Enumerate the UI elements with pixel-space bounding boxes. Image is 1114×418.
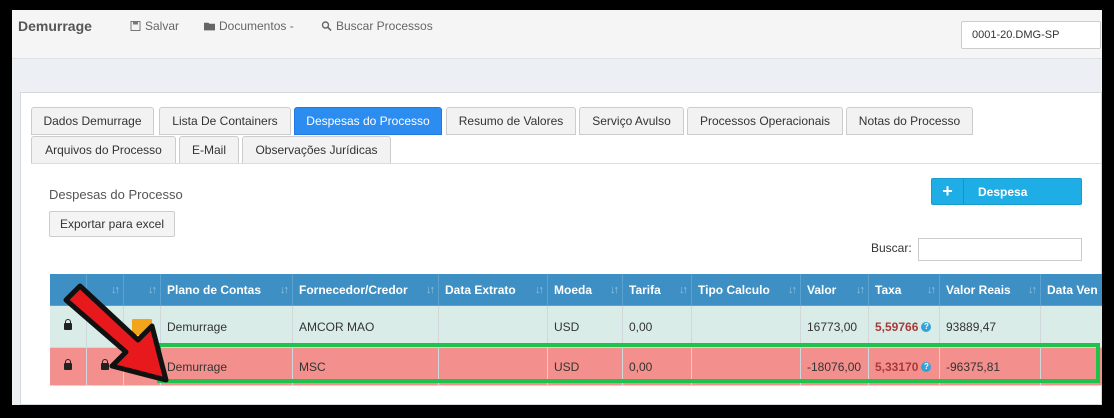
export-excel-button[interactable]: Exportar para excel [49, 211, 175, 237]
table-row[interactable]: Demurrage AMCOR MAO USD 0,00 16773,00 5,… [50, 306, 1102, 348]
header-fornecedor[interactable]: Fornecedor/Credor ↓↑ [293, 274, 439, 306]
header-moeda[interactable]: Moeda ↓↑ [548, 274, 623, 306]
tab-divider [31, 163, 1101, 164]
cell-valor: 16773,00 [801, 306, 869, 348]
tab-servico-avulso[interactable]: Serviço Avulso [579, 107, 684, 135]
header-label: Taxa [875, 282, 902, 297]
sort-icon: ↓↑ [927, 284, 936, 296]
tab-resumo-valores[interactable]: Resumo de Valores [446, 107, 576, 135]
header-data-extrato[interactable]: Data Extrato ↓↑ [439, 274, 548, 306]
help-icon[interactable]: ? [921, 321, 932, 332]
search-processes-button[interactable]: Buscar Processos [321, 19, 433, 33]
tab-despesas-processo[interactable]: Despesas do Processo [294, 107, 442, 135]
taxa-value: 5,59766 [875, 319, 919, 334]
process-select[interactable]: 0001-20.DMG-SP [961, 21, 1101, 49]
add-despesa-button[interactable]: + Despesa [931, 178, 1082, 205]
cell-moeda: USD [548, 306, 623, 348]
tab-lista-containers[interactable]: Lista De Containers [159, 107, 291, 135]
header-label: Data Ven [1047, 282, 1098, 297]
search-processes-label: Buscar Processos [336, 19, 433, 33]
sort-icon: ↓↑ [280, 284, 289, 296]
header-label: Tarifa [629, 282, 661, 297]
annotation-arrow-icon [63, 283, 169, 383]
documents-label: Documentos - [219, 19, 294, 33]
save-button[interactable]: Salvar [130, 19, 179, 33]
table-header: ↓↑ ↓↑ ↓↑ Plano de Contas ↓↑ Fornecedor/Cr… [50, 274, 1102, 306]
tab-dados-demurrage[interactable]: Dados Demurrage [31, 107, 154, 135]
cell-tipo-calculo [692, 306, 801, 348]
tab-email[interactable]: E-Mail [179, 136, 239, 164]
top-navbar: Demurrage Salvar Documentos - Buscar Pro… [12, 10, 1102, 59]
app-title: Demurrage [18, 18, 92, 34]
sort-icon: ↓↑ [426, 284, 435, 296]
header-label: Plano de Contas [167, 282, 262, 297]
tab-processos-operacionais[interactable]: Processos Operacionais [687, 107, 843, 135]
sort-icon: ↓↑ [679, 284, 688, 296]
header-data-ven[interactable]: Data Ven [1041, 274, 1102, 306]
sort-icon: ↓↑ [535, 284, 544, 296]
save-label: Salvar [145, 19, 180, 33]
cell-data-extrato [439, 306, 548, 348]
cell-plano-contas: Demurrage [161, 306, 293, 348]
header-plano-contas[interactable]: Plano de Contas ↓↑ [161, 274, 293, 306]
header-label: Moeda [554, 282, 593, 297]
sort-icon: ↓↑ [788, 284, 797, 296]
header-label: Tipo Calculo [698, 282, 770, 297]
sort-icon: ↓↑ [1028, 284, 1037, 296]
header-label: Data Extrato [445, 282, 516, 297]
tab-arquivos-processo[interactable]: Arquivos do Processo [31, 136, 176, 164]
sort-icon: ↓↑ [610, 284, 619, 296]
cell-taxa: 5,59766? [869, 306, 940, 348]
add-despesa-label: Despesa [978, 185, 1028, 199]
cell-tarifa: 0,00 [623, 306, 692, 348]
header-label: Fornecedor/Credor [299, 282, 408, 297]
cell-data-ven [1041, 306, 1102, 348]
save-icon [130, 21, 141, 31]
section-title: Despesas do Processo [49, 187, 183, 202]
header-tarifa[interactable]: Tarifa ↓↑ [623, 274, 692, 306]
header-tipo-calculo[interactable]: Tipo Calculo ↓↑ [692, 274, 801, 306]
header-taxa[interactable]: Taxa ↓↑ [869, 274, 940, 306]
header-label: Valor Reais [946, 282, 1011, 297]
tab-notas-processo[interactable]: Notas do Processo [846, 107, 973, 135]
sort-icon: ↓↑ [856, 284, 865, 296]
tab-observacoes-juridicas[interactable]: Observações Jurídicas [242, 136, 391, 164]
plus-icon: + [932, 179, 964, 204]
search-icon [321, 21, 332, 31]
highlight-box [157, 343, 1100, 383]
table-search-label: Buscar: [871, 241, 912, 255]
header-valor[interactable]: Valor ↓↑ [801, 274, 869, 306]
cell-valor-reais: 93889,47 [940, 306, 1041, 348]
table-search-input[interactable] [918, 238, 1082, 261]
header-valor-reais[interactable]: Valor Reais ↓↑ [940, 274, 1041, 306]
header-label: Valor [807, 282, 837, 297]
cell-fornecedor: AMCOR MAO [293, 306, 439, 348]
folder-icon [204, 22, 215, 31]
documents-menu[interactable]: Documentos - [204, 19, 294, 33]
